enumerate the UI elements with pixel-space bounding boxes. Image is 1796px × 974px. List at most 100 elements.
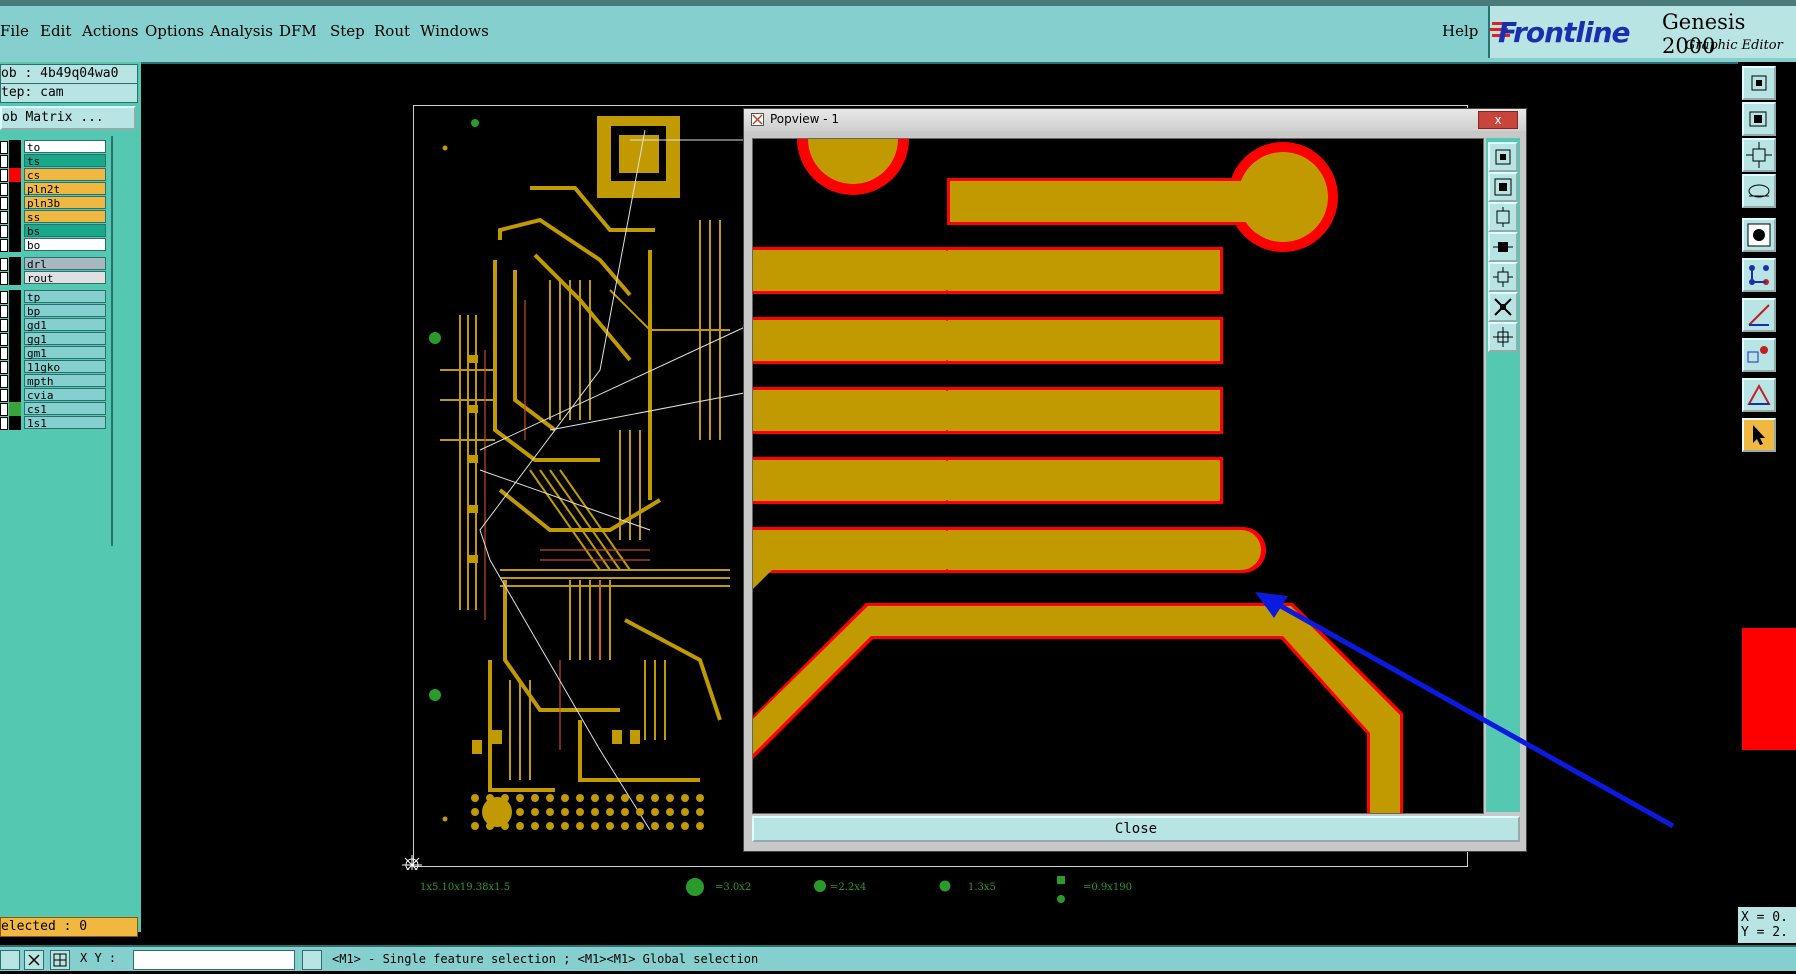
tool-net-button[interactable] — [1742, 258, 1776, 292]
layer-name[interactable]: tp — [24, 290, 106, 304]
layer-row[interactable]: gd1 — [0, 318, 108, 332]
layer-name[interactable]: bs — [24, 224, 106, 238]
status-button-grid[interactable] — [50, 950, 70, 970]
layer-name[interactable]: gm1 — [24, 346, 106, 360]
layer-row[interactable]: tp — [0, 290, 108, 304]
layer-checkbox[interactable] — [0, 239, 8, 252]
menu-rout[interactable]: Rout — [374, 22, 410, 40]
layer-checkbox[interactable] — [0, 361, 8, 374]
layer-checkbox[interactable] — [0, 305, 8, 318]
layer-name[interactable]: cs — [24, 168, 106, 182]
layer-name[interactable]: rout — [24, 271, 106, 285]
layer-color-swatch[interactable] — [9, 304, 21, 318]
layer-color-swatch[interactable] — [9, 224, 21, 238]
layer-checkbox[interactable] — [0, 375, 8, 388]
layer-checkbox[interactable] — [0, 258, 8, 271]
layer-checkbox[interactable] — [0, 183, 8, 196]
menu-file[interactable]: File — [0, 22, 29, 40]
layer-color-swatch[interactable] — [9, 238, 21, 252]
layer-row[interactable]: cs1 — [0, 402, 108, 416]
layer-name[interactable]: gd1 — [24, 318, 106, 332]
popview-zoom-in-button[interactable] — [1488, 172, 1518, 202]
window-close-button[interactable]: x — [1478, 111, 1518, 129]
tool-layer-button[interactable] — [1742, 174, 1776, 208]
menu-options[interactable]: Options — [145, 22, 204, 40]
menu-edit[interactable]: Edit — [40, 22, 71, 40]
layer-row[interactable]: to — [0, 140, 108, 154]
layer-color-swatch[interactable] — [9, 210, 21, 224]
layer-name[interactable]: ss — [24, 210, 106, 224]
layer-row[interactable]: rout — [0, 271, 108, 285]
layer-name[interactable]: gg1 — [24, 332, 106, 346]
layer-color-swatch[interactable] — [9, 182, 21, 196]
job-matrix-button[interactable]: ob Matrix ... — [0, 106, 136, 130]
layer-name[interactable]: to — [24, 140, 106, 154]
layer-checkbox[interactable] — [0, 333, 8, 346]
layer-color-swatch[interactable] — [9, 271, 21, 285]
popview-center-button[interactable] — [1488, 322, 1518, 352]
layer-color-swatch[interactable] — [9, 168, 21, 182]
layer-name[interactable]: mpth — [24, 374, 106, 388]
popview-expand-button[interactable] — [1488, 292, 1518, 322]
menu-step[interactable]: Step — [330, 22, 365, 40]
layer-name[interactable]: cs1 — [24, 402, 106, 416]
layer-color-swatch[interactable] — [9, 360, 21, 374]
layer-checkbox[interactable] — [0, 141, 8, 154]
popview-titlebar[interactable]: Popview - 1 x — [744, 109, 1526, 131]
layer-row[interactable]: bp — [0, 304, 108, 318]
layer-row[interactable]: cvia — [0, 388, 108, 402]
layer-color-swatch[interactable] — [9, 196, 21, 210]
tool-pointer-button[interactable] — [1742, 418, 1776, 452]
layer-row[interactable]: pln3b — [0, 196, 108, 210]
layer-row[interactable]: pln2t — [0, 182, 108, 196]
xy-input[interactable] — [133, 950, 295, 970]
tool-shape-button[interactable] — [1742, 378, 1776, 412]
popview-fit-button[interactable] — [1488, 262, 1518, 292]
layer-color-swatch[interactable] — [9, 154, 21, 168]
layer-checkbox[interactable] — [0, 319, 8, 332]
layer-name[interactable]: 1s1 — [24, 416, 106, 430]
layer-row[interactable]: cs — [0, 168, 108, 182]
layer-name[interactable]: pln2t — [24, 182, 106, 196]
layer-name[interactable]: 11gko — [24, 360, 106, 374]
layer-color-swatch[interactable] — [9, 416, 21, 430]
layer-row[interactable]: mpth — [0, 374, 108, 388]
layer-row[interactable]: gm1 — [0, 346, 108, 360]
popview-zoom-out-button[interactable] — [1488, 202, 1518, 232]
layer-row[interactable]: 11gko — [0, 360, 108, 374]
layer-name[interactable]: bo — [24, 238, 106, 252]
layer-checkbox[interactable] — [0, 347, 8, 360]
layer-color-swatch[interactable] — [9, 257, 21, 271]
layer-name[interactable]: drl — [24, 257, 106, 271]
status-button-prompt[interactable] — [302, 950, 322, 970]
menu-help[interactable]: Help — [1442, 22, 1478, 40]
layer-name[interactable]: cvia — [24, 388, 106, 402]
tool-zoom-button[interactable] — [1742, 102, 1776, 136]
popview-zoom-home-button[interactable] — [1488, 142, 1518, 172]
layer-row[interactable]: drl — [0, 257, 108, 271]
tool-measure-button[interactable] — [1742, 298, 1776, 332]
layer-checkbox[interactable] — [0, 155, 8, 168]
layer-checkbox[interactable] — [0, 272, 8, 285]
layer-checkbox[interactable] — [0, 417, 8, 430]
layer-name[interactable]: pln3b — [24, 196, 106, 210]
layer-checkbox[interactable] — [0, 211, 8, 224]
layer-color-swatch[interactable] — [9, 332, 21, 346]
layer-checkbox[interactable] — [0, 403, 8, 416]
layer-checkbox[interactable] — [0, 197, 8, 210]
layer-color-swatch[interactable] — [9, 374, 21, 388]
tool-feature-button[interactable] — [1742, 338, 1776, 372]
layer-row[interactable]: bo — [0, 238, 108, 252]
layer-color-swatch[interactable] — [9, 140, 21, 154]
menu-dfm[interactable]: DFM — [279, 22, 317, 40]
layer-checkbox[interactable] — [0, 225, 8, 238]
layer-name[interactable]: bp — [24, 304, 106, 318]
menu-analysis[interactable]: Analysis — [210, 22, 273, 40]
tool-fit-button[interactable] — [1742, 138, 1776, 172]
layer-row[interactable]: bs — [0, 224, 108, 238]
menu-actions[interactable]: Actions — [82, 22, 138, 40]
layer-row[interactable]: gg1 — [0, 332, 108, 346]
layer-color-swatch[interactable] — [9, 388, 21, 402]
layer-name[interactable]: ts — [24, 154, 106, 168]
tool-select-button[interactable] — [1742, 218, 1776, 252]
